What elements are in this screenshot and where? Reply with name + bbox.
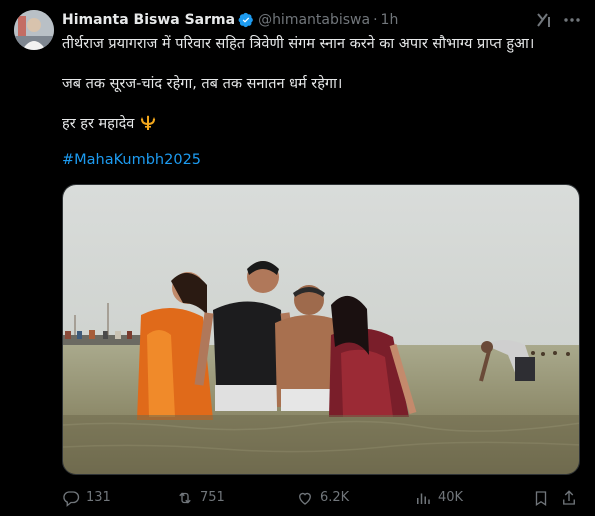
trident-icon	[141, 115, 156, 130]
separator-dot: ·	[373, 12, 378, 28]
tweet-text-line-3-label: हर हर महादेव	[62, 116, 135, 132]
verified-badge-icon	[238, 12, 253, 28]
photo-image	[63, 185, 579, 474]
reply-button[interactable]: 131	[62, 486, 111, 510]
share-button[interactable]	[560, 486, 584, 510]
views-chart-icon	[417, 493, 430, 504]
bookmark-icon	[535, 491, 547, 507]
grok-icon[interactable]	[534, 10, 554, 30]
avatar-image	[14, 10, 54, 50]
repost-button[interactable]: 751	[176, 486, 225, 510]
tweet-photo[interactable]	[62, 184, 580, 475]
reply-icon	[63, 491, 80, 507]
bookmark-button[interactable]	[532, 486, 556, 510]
share-icon	[563, 490, 575, 505]
views-button[interactable]: 40K	[414, 486, 463, 510]
hashtag-link[interactable]: #MahaKumbh2025	[62, 152, 201, 168]
like-button[interactable]: 6.2K	[296, 486, 349, 510]
tweet-text-line-1: तीर्थराज प्रयागराज में परिवार सहित त्रिव…	[62, 36, 535, 52]
heart-icon	[299, 492, 311, 505]
author-handle[interactable]: @himantabiswa	[258, 12, 370, 28]
tweet-header: Himanta Biswa Sarma @himantabiswa · 1h	[62, 10, 398, 30]
reply-count: 131	[86, 490, 111, 505]
tweet-text-line-3: हर हर महादेव	[62, 113, 157, 133]
author-name[interactable]: Himanta Biswa Sarma	[62, 12, 235, 28]
more-icon[interactable]	[562, 10, 582, 30]
avatar[interactable]	[14, 10, 54, 50]
views-count: 40K	[438, 490, 464, 505]
repost-count: 751	[200, 490, 225, 505]
like-count: 6.2K	[320, 490, 350, 505]
timestamp[interactable]: 1h	[381, 12, 399, 28]
action-bar: 131 751 6.2K 40K	[62, 486, 582, 510]
repost-icon	[179, 492, 191, 504]
tweet-text-line-2: जब तक सूरज-चांद रहेगा, तब तक सनातन धर्म …	[62, 76, 343, 92]
